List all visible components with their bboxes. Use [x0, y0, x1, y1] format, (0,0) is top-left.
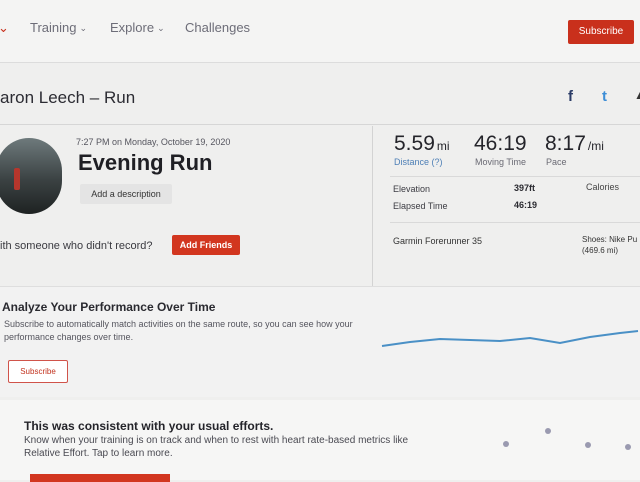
performance-chart: [381, 330, 639, 347]
nav-explore-label: Explore: [110, 20, 155, 35]
nav-training[interactable]: Training ⌄: [30, 20, 87, 35]
shoes-name: Shoes: Nike Pu: [582, 235, 638, 244]
page-title: aron Leech – Run: [0, 88, 136, 107]
consistency-text: Know when your training is on track and …: [24, 435, 409, 459]
pace-unit: /mi: [587, 139, 604, 153]
divider: [372, 126, 373, 286]
effort-point: [625, 444, 631, 450]
activity-datetime: 7:27 PM on Monday, October 19, 2020: [76, 137, 231, 147]
stats-divider: [390, 222, 640, 223]
effort-graph: [503, 428, 631, 450]
analyze-subscribe-button[interactable]: Subscribe: [8, 360, 68, 383]
elapsed-time-value: 46:19: [514, 200, 538, 210]
distance-number: 5.59: [394, 132, 435, 155]
consistency-title: This was consistent with your usual effo…: [24, 419, 274, 433]
effort-point: [585, 442, 591, 448]
elevation-value: 397ft: [514, 183, 536, 193]
add-description-button[interactable]: Add a description: [80, 184, 172, 204]
activity-name: Evening Run: [78, 150, 213, 175]
elapsed-time-label: Elapsed Time: [393, 201, 448, 211]
calories-label: Calories: [586, 182, 620, 192]
distance-value: 5.59 mi: [394, 132, 450, 156]
learn-more-button[interactable]: [30, 474, 170, 482]
card-top-border: [0, 124, 640, 125]
top-nav: ⌄ Training ⌄ Explore ⌄ Challenges Subscrib…: [0, 0, 640, 63]
elevation-label: Elevation: [393, 184, 431, 194]
distance-unit: mi: [436, 139, 450, 153]
effort-point: [503, 441, 509, 447]
effort-point: [545, 428, 551, 434]
nav-challenges[interactable]: Challenges: [185, 20, 250, 35]
moving-time-value: 46:19: [474, 132, 527, 155]
twitter-icon[interactable]: t: [602, 88, 607, 105]
chevron-down-icon: ⌄: [157, 23, 165, 33]
activity-photo[interactable]: [0, 138, 62, 214]
pace-value: 8:17/mi: [545, 132, 604, 156]
add-friends-button[interactable]: Add Friends: [172, 235, 240, 255]
nav-chevron-icon[interactable]: ⌄: [0, 20, 9, 36]
performance-line: [381, 330, 639, 347]
facebook-icon[interactable]: f: [568, 88, 573, 105]
analyze-text: Subscribe to automatically match activit…: [4, 319, 353, 342]
device-name: Garmin Forerunner 35: [393, 236, 483, 246]
pace-number: 8:17: [545, 132, 586, 155]
pace-label: Pace: [546, 157, 567, 167]
distance-label[interactable]: Distance (?): [394, 157, 443, 167]
nav-explore[interactable]: Explore ⌄: [110, 20, 165, 35]
share-icon[interactable]: ▲: [634, 88, 640, 102]
subscribe-button[interactable]: Subscribe: [568, 20, 634, 44]
stats-divider: [390, 176, 640, 177]
chevron-down-icon: ⌄: [79, 23, 88, 33]
nav-training-label: Training: [30, 20, 77, 35]
analyze-title: Analyze Your Performance Over Time: [2, 300, 216, 314]
friends-prompt: ith someone who didn't record?: [0, 240, 153, 252]
moving-time-label: Moving Time: [475, 157, 527, 167]
shoes-info[interactable]: Shoes: Nike Pu (469.6 mi): [582, 234, 637, 256]
runner-figure: [14, 168, 20, 190]
shoes-mileage: (469.6 mi): [582, 246, 619, 255]
